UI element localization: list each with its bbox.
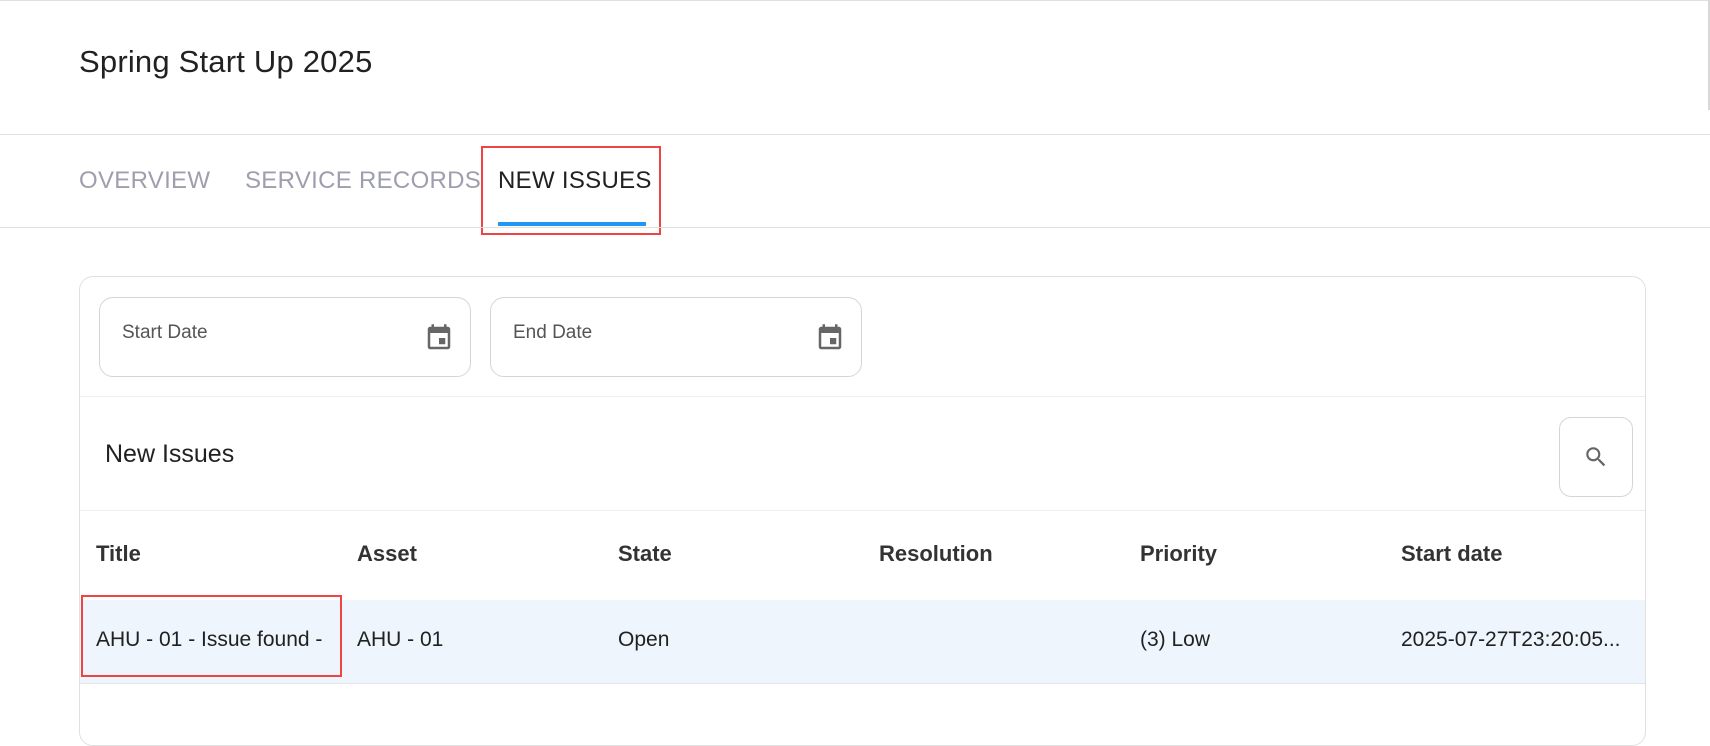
end-date-label: End Date (513, 322, 593, 343)
tab-overview[interactable]: OVERVIEW (79, 135, 210, 227)
active-tab-indicator (498, 222, 646, 226)
column-header-priority[interactable]: Priority (1140, 541, 1217, 567)
cell-state: Open (618, 628, 670, 651)
calendar-icon[interactable] (424, 322, 454, 354)
tab-bar: OVERVIEW SERVICE RECORDS NEW ISSUES (0, 135, 1710, 227)
page-title: Spring Start Up 2025 (79, 44, 373, 79)
cell-start-date: 2025-07-27T23:20:05... (1401, 628, 1621, 651)
cell-title[interactable]: AHU - 01 - Issue found - (96, 628, 322, 652)
start-date-field[interactable]: Start Date (99, 297, 471, 377)
calendar-icon[interactable] (815, 322, 845, 354)
header-row-divider (80, 510, 1645, 511)
tab-service-records[interactable]: SERVICE RECORDS (245, 135, 481, 227)
cell-asset: AHU - 01 (357, 628, 444, 651)
start-date-label: Start Date (122, 322, 208, 343)
search-button[interactable] (1559, 417, 1633, 497)
cell-priority: (3) Low (1140, 628, 1211, 651)
section-title: New Issues (105, 440, 235, 468)
search-icon (1586, 447, 1606, 467)
column-header-resolution[interactable]: Resolution (879, 541, 993, 567)
top-border (0, 0, 1710, 1)
column-header-state[interactable]: State (618, 541, 672, 567)
column-header-asset[interactable]: Asset (357, 541, 417, 567)
column-header-title[interactable]: Title (96, 541, 141, 567)
tab-new-issues[interactable]: NEW ISSUES (498, 135, 652, 227)
end-date-field[interactable]: End Date (490, 297, 862, 377)
column-header-start-date[interactable]: Start date (1401, 541, 1502, 567)
tabs-divider (0, 227, 1710, 228)
filters-divider (80, 396, 1645, 397)
